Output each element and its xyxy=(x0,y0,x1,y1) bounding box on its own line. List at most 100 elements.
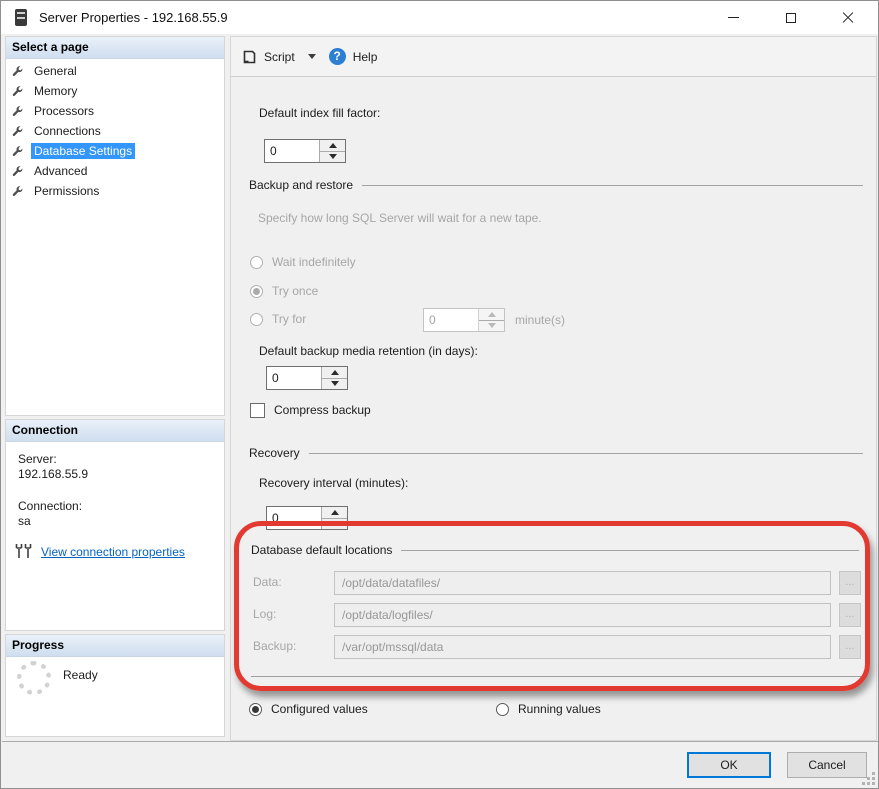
wrench-icon xyxy=(11,165,24,178)
group-title: Backup and restore xyxy=(249,178,353,192)
sidebar-item-general[interactable]: General xyxy=(11,61,219,81)
sidebar-item-permissions[interactable]: Permissions xyxy=(11,181,219,201)
spin-up-button[interactable] xyxy=(322,367,347,378)
cancel-button[interactable]: Cancel xyxy=(787,752,867,778)
radio-try-for: Try for xyxy=(250,311,306,327)
progress-status: Ready xyxy=(63,668,98,682)
retention-value: 0 xyxy=(267,367,321,389)
radio-icon xyxy=(250,256,263,269)
recovery-group-header: Recovery xyxy=(249,446,863,460)
spin-up-button[interactable] xyxy=(320,140,345,151)
ok-button[interactable]: OK xyxy=(687,752,771,778)
log-browse-button: ... xyxy=(839,603,861,627)
recovery-interval-value: 0 xyxy=(267,507,321,529)
fill-factor-label: Default index fill factor: xyxy=(259,106,380,120)
default-locations-group-header: Database default locations xyxy=(251,543,859,557)
radio-wait-indefinitely: Wait indefinitely xyxy=(250,254,356,270)
spin-down-button[interactable] xyxy=(322,378,347,390)
wrench-icon xyxy=(11,145,24,158)
script-dropdown-icon[interactable] xyxy=(308,54,316,59)
progress-header: Progress xyxy=(6,635,224,657)
try-for-unit-label: minute(s) xyxy=(515,313,565,327)
radio-configured-values[interactable]: Configured values xyxy=(249,701,368,717)
sidebar-item-advanced[interactable]: Advanced xyxy=(11,161,219,181)
minimize-button[interactable] xyxy=(713,1,753,34)
data-browse-button: ... xyxy=(839,571,861,595)
sidebar-item-label: Permissions xyxy=(31,183,102,199)
recovery-interval-label: Recovery interval (minutes): xyxy=(259,476,408,490)
connection-properties-icon xyxy=(15,543,35,559)
group-rule xyxy=(309,453,863,454)
group-rule xyxy=(401,550,859,551)
wrench-icon xyxy=(11,85,24,98)
compress-backup-label: Compress backup xyxy=(274,403,371,417)
compress-backup-checkbox[interactable] xyxy=(250,403,265,418)
sidebar-item-memory[interactable]: Memory xyxy=(11,81,219,101)
radio-icon xyxy=(249,703,262,716)
maximize-icon xyxy=(786,13,796,23)
fill-factor-value: 0 xyxy=(265,140,319,162)
recovery-interval-spinner[interactable]: 0 xyxy=(266,506,348,530)
spin-down-button xyxy=(479,320,504,332)
connection-label: Connection: xyxy=(18,499,82,513)
connection-value: sa xyxy=(18,514,31,528)
resize-grip[interactable] xyxy=(861,771,875,785)
sidebar-item-label: General xyxy=(31,63,80,79)
sidebar-item-label: Memory xyxy=(31,83,80,99)
close-button[interactable] xyxy=(828,1,868,34)
help-icon: ? xyxy=(329,48,346,65)
backup-browse-button: ... xyxy=(839,635,861,659)
spin-up-button xyxy=(479,309,504,320)
fill-factor-spinner[interactable]: 0 xyxy=(264,139,346,163)
help-button[interactable]: Help xyxy=(353,50,378,64)
window-title: Server Properties - 192.168.55.9 xyxy=(39,1,228,34)
spin-down-button[interactable] xyxy=(320,151,345,163)
radio-icon xyxy=(250,285,263,298)
section-divider xyxy=(251,676,861,677)
radio-try-once: Try once xyxy=(250,283,318,299)
group-rule xyxy=(362,185,863,186)
backup-location-label: Backup: xyxy=(253,639,296,653)
retention-label: Default backup media retention (in days)… xyxy=(259,344,478,358)
view-connection-properties-link[interactable]: View connection properties xyxy=(41,545,185,559)
retention-spinner[interactable]: 0 xyxy=(266,366,348,390)
sidebar-item-label: Connections xyxy=(31,123,104,139)
compress-backup-row: Compress backup xyxy=(250,402,371,418)
sidebar-item-label: Advanced xyxy=(31,163,90,179)
server-label: Server: xyxy=(18,452,57,466)
wrench-icon xyxy=(11,125,24,138)
progress-spinner-icon xyxy=(17,661,51,695)
try-for-value: 0 xyxy=(424,309,478,331)
connection-header: Connection xyxy=(6,420,224,442)
wrench-icon xyxy=(11,65,24,78)
group-title: Database default locations xyxy=(251,543,392,557)
spin-up-button[interactable] xyxy=(322,507,347,518)
title-bar: Server Properties - 192.168.55.9 xyxy=(1,1,878,34)
sidebar-item-label: Processors xyxy=(31,103,97,119)
select-a-page-header: Select a page xyxy=(6,37,224,59)
wrench-icon xyxy=(11,185,24,198)
server-properties-dialog: Server Properties - 192.168.55.9 Select … xyxy=(0,0,879,789)
radio-icon xyxy=(250,313,263,326)
sidebar-item-connections[interactable]: Connections xyxy=(11,121,219,141)
log-location-field: /opt/data/logfiles/ xyxy=(334,603,831,627)
script-icon xyxy=(241,49,257,65)
sidebar-item-label: Database Settings xyxy=(31,143,135,159)
server-value: 192.168.55.9 xyxy=(18,467,88,481)
sidebar-item-processors[interactable]: Processors xyxy=(11,101,219,121)
backup-location-field: /var/opt/mssql/data xyxy=(334,635,831,659)
script-button[interactable]: Script xyxy=(264,50,295,64)
log-location-label: Log: xyxy=(253,607,276,621)
spin-down-button[interactable] xyxy=(322,518,347,530)
wrench-icon xyxy=(11,105,24,118)
data-location-field: /opt/data/datafiles/ xyxy=(334,571,831,595)
close-icon xyxy=(842,12,854,24)
group-title: Recovery xyxy=(249,446,300,460)
radio-icon xyxy=(496,703,509,716)
backup-restore-group-header: Backup and restore xyxy=(249,178,863,192)
radio-running-values[interactable]: Running values xyxy=(496,701,601,717)
sidebar-item-database-settings[interactable]: Database Settings xyxy=(11,141,219,161)
maximize-button[interactable] xyxy=(771,1,811,34)
tape-wait-description: Specify how long SQL Server will wait fo… xyxy=(258,211,542,225)
data-location-label: Data: xyxy=(253,575,282,589)
